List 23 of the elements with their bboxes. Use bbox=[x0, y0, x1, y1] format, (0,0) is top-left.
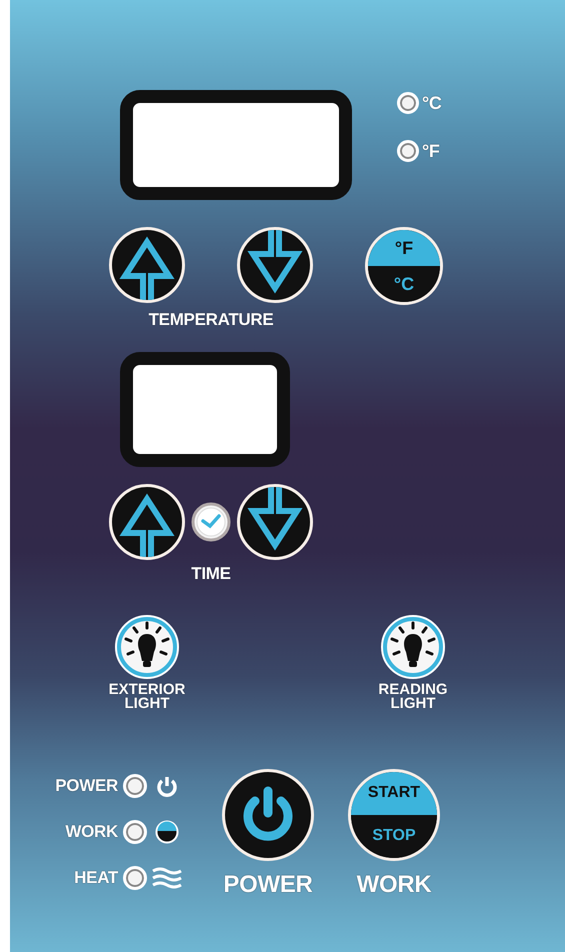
work-label: WORK bbox=[356, 870, 432, 898]
power-label: POWER bbox=[223, 870, 313, 898]
light-label: READING LIGHT bbox=[378, 683, 448, 712]
heat-waves-icon bbox=[152, 866, 182, 888]
unit-label: °F bbox=[422, 140, 440, 162]
status-light bbox=[123, 866, 147, 890]
half-circle-icon bbox=[155, 820, 179, 844]
status-light bbox=[123, 774, 147, 798]
indicator-light bbox=[397, 92, 419, 114]
time-label: TIME bbox=[191, 564, 231, 584]
status-label: POWER bbox=[55, 776, 118, 796]
status-light bbox=[123, 820, 147, 844]
light-bulb-button[interactable] bbox=[114, 614, 180, 680]
light-label: EXTERIOR LIGHT bbox=[108, 683, 186, 712]
indicator-light bbox=[397, 140, 419, 162]
temperature-label: TEMPERATURE bbox=[148, 310, 274, 330]
status-label: WORK bbox=[65, 822, 118, 842]
power-icon bbox=[156, 774, 178, 796]
unit-toggle-button[interactable]: °F °C bbox=[365, 227, 443, 305]
status-label: HEAT bbox=[74, 868, 118, 888]
light-bulb-button[interactable] bbox=[380, 614, 446, 680]
unit-label: °C bbox=[422, 92, 442, 114]
start-stop-button[interactable]: START STOP bbox=[348, 768, 440, 860]
